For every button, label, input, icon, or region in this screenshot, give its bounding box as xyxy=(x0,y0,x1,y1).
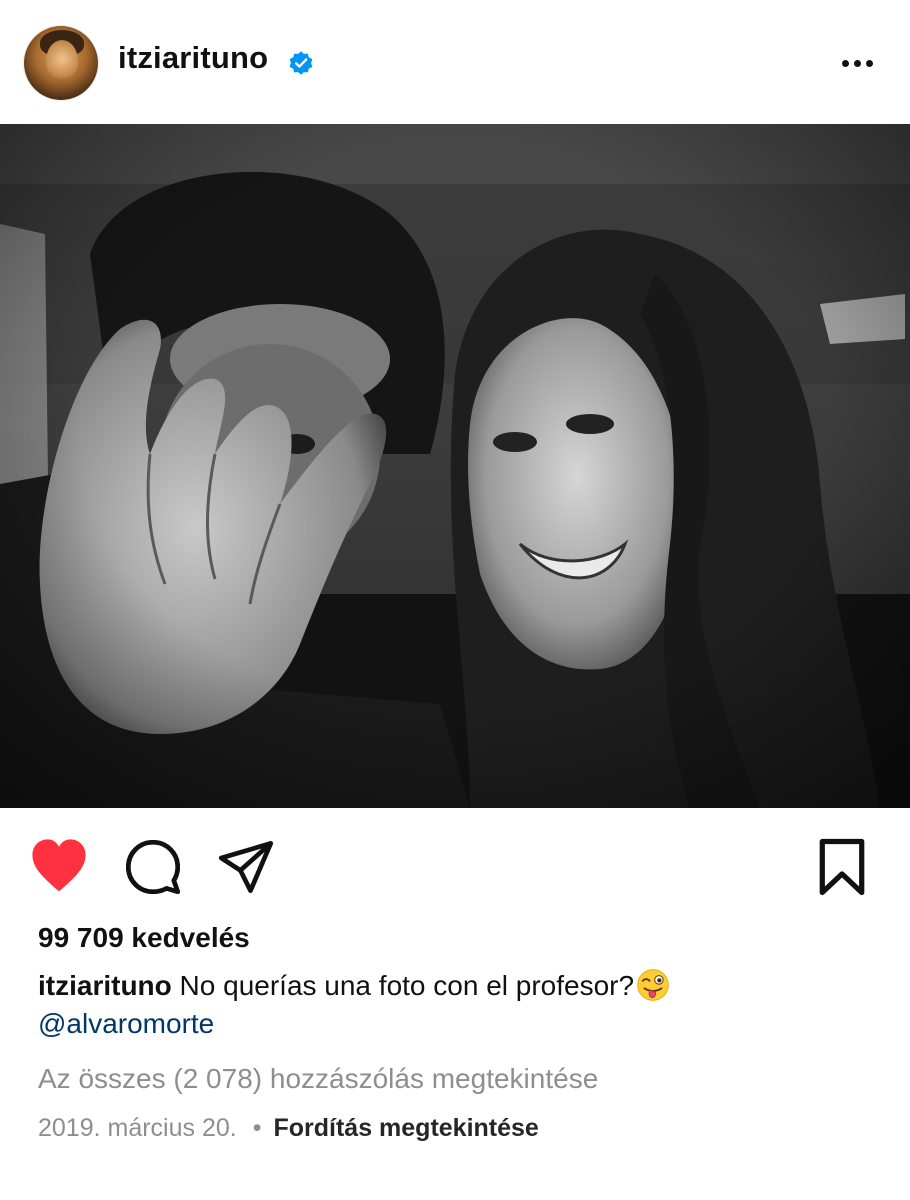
winking-face-with-tongue-icon xyxy=(637,969,669,1001)
post-date: 2019. március 20. xyxy=(38,1114,237,1142)
more-horizontal-icon xyxy=(842,60,849,67)
comment-icon[interactable] xyxy=(126,840,180,894)
post-header: itziarituno xyxy=(0,0,910,124)
view-all-comments-link[interactable]: Az összes (2 078) hozzászólás megtekinté… xyxy=(38,1063,598,1095)
separator-dot: • xyxy=(252,1114,262,1142)
post-username[interactable]: itziarituno xyxy=(118,40,268,76)
post-caption: itziarituno No querías una foto con el p… xyxy=(38,966,878,1006)
heart-icon[interactable] xyxy=(30,838,88,894)
profile-avatar[interactable] xyxy=(24,26,98,100)
more-options-button[interactable] xyxy=(836,48,878,78)
verified-badge-icon xyxy=(289,51,313,75)
see-translation-link[interactable]: Fordítás megtekintése xyxy=(273,1114,538,1142)
likes-count[interactable]: 99 709 kedvelés xyxy=(38,922,250,954)
post-action-bar xyxy=(0,808,910,918)
post-photo-image xyxy=(0,124,910,808)
caption-text: No querías una foto con el profesor? xyxy=(179,970,635,1001)
mention-link[interactable]: @alvaromorte xyxy=(38,1008,214,1040)
bookmark-icon[interactable] xyxy=(818,838,866,896)
caption-username[interactable]: itziarituno xyxy=(38,970,172,1001)
post-meta: 2019. március 20. • Fordítás megtekintése xyxy=(38,1114,539,1143)
share-paper-plane-icon[interactable] xyxy=(218,840,274,894)
post-photo[interactable] xyxy=(0,124,910,808)
